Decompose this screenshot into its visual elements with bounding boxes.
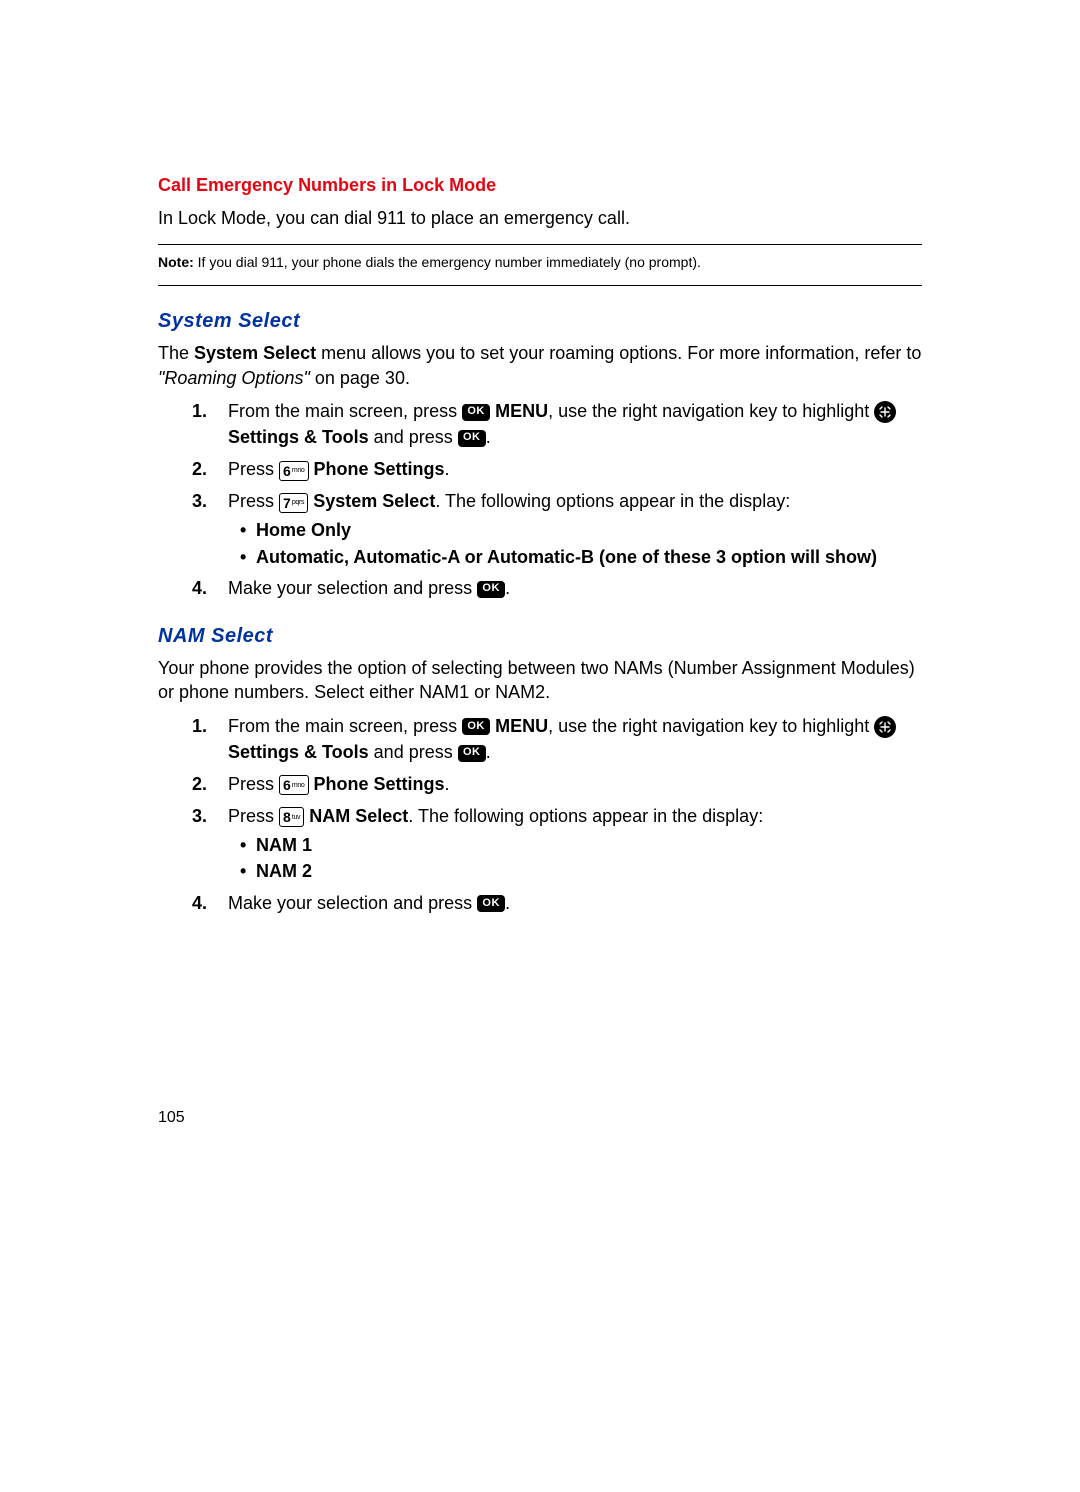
ok-key-icon: OK <box>462 404 490 421</box>
text-nam-intro: Your phone provides the option of select… <box>158 656 922 705</box>
option-automatic: Automatic, Automatic-A or Automatic-B (o… <box>256 545 922 569</box>
page-number: 105 <box>158 1109 185 1127</box>
option-nam2: NAM 2 <box>256 859 922 883</box>
ok-key-icon: OK <box>462 718 490 735</box>
step-2: 2. Press 6mno Phone Settings. <box>228 771 922 797</box>
ok-key-icon: OK <box>458 745 486 762</box>
options-list: NAM 1 NAM 2 <box>228 833 922 884</box>
heading-nam-select: NAM Select <box>158 625 922 648</box>
step-4: 4. Make your selection and press OK. <box>228 890 922 916</box>
six-key-icon: 6mno <box>279 775 309 795</box>
divider <box>158 244 922 245</box>
step-2: 2. Press 6mno Phone Settings. <box>228 456 922 482</box>
ok-key-icon: OK <box>477 895 505 912</box>
ok-key-icon: OK <box>477 581 505 598</box>
step-1: 1. From the main screen, press OK MENU, … <box>228 713 922 765</box>
step-3: 3. Press 7pqrs System Select. The follow… <box>228 488 922 569</box>
ok-key-icon: OK <box>458 430 486 447</box>
heading-call-emergency: Call Emergency Numbers in Lock Mode <box>158 175 922 196</box>
step-1: 1. From the main screen, press OK MENU, … <box>228 398 922 450</box>
options-list: Home Only Automatic, Automatic-A or Auto… <box>228 518 922 569</box>
divider <box>158 285 922 286</box>
text-system-select-intro: The System Select menu allows you to set… <box>158 341 922 390</box>
settings-tools-icon <box>874 401 896 423</box>
steps-system-select: 1. From the main screen, press OK MENU, … <box>158 398 922 601</box>
note-block: Note: If you dial 911, your phone dials … <box>158 253 922 271</box>
eight-key-icon: 8tuv <box>279 807 304 827</box>
manual-page: Call Emergency Numbers in Lock Mode In L… <box>0 0 1080 916</box>
six-key-icon: 6mno <box>279 461 309 481</box>
note-text: If you dial 911, your phone dials the em… <box>194 254 701 270</box>
seven-key-icon: 7pqrs <box>279 493 308 513</box>
heading-system-select: System Select <box>158 310 922 333</box>
step-3: 3. Press 8tuv NAM Select. The following … <box>228 803 922 884</box>
option-home-only: Home Only <box>256 518 922 542</box>
option-nam1: NAM 1 <box>256 833 922 857</box>
settings-tools-icon <box>874 716 896 738</box>
text-lock-mode: In Lock Mode, you can dial 911 to place … <box>158 206 922 230</box>
step-4: 4. Make your selection and press OK. <box>228 575 922 601</box>
note-label: Note: <box>158 254 194 270</box>
steps-nam-select: 1. From the main screen, press OK MENU, … <box>158 713 922 916</box>
